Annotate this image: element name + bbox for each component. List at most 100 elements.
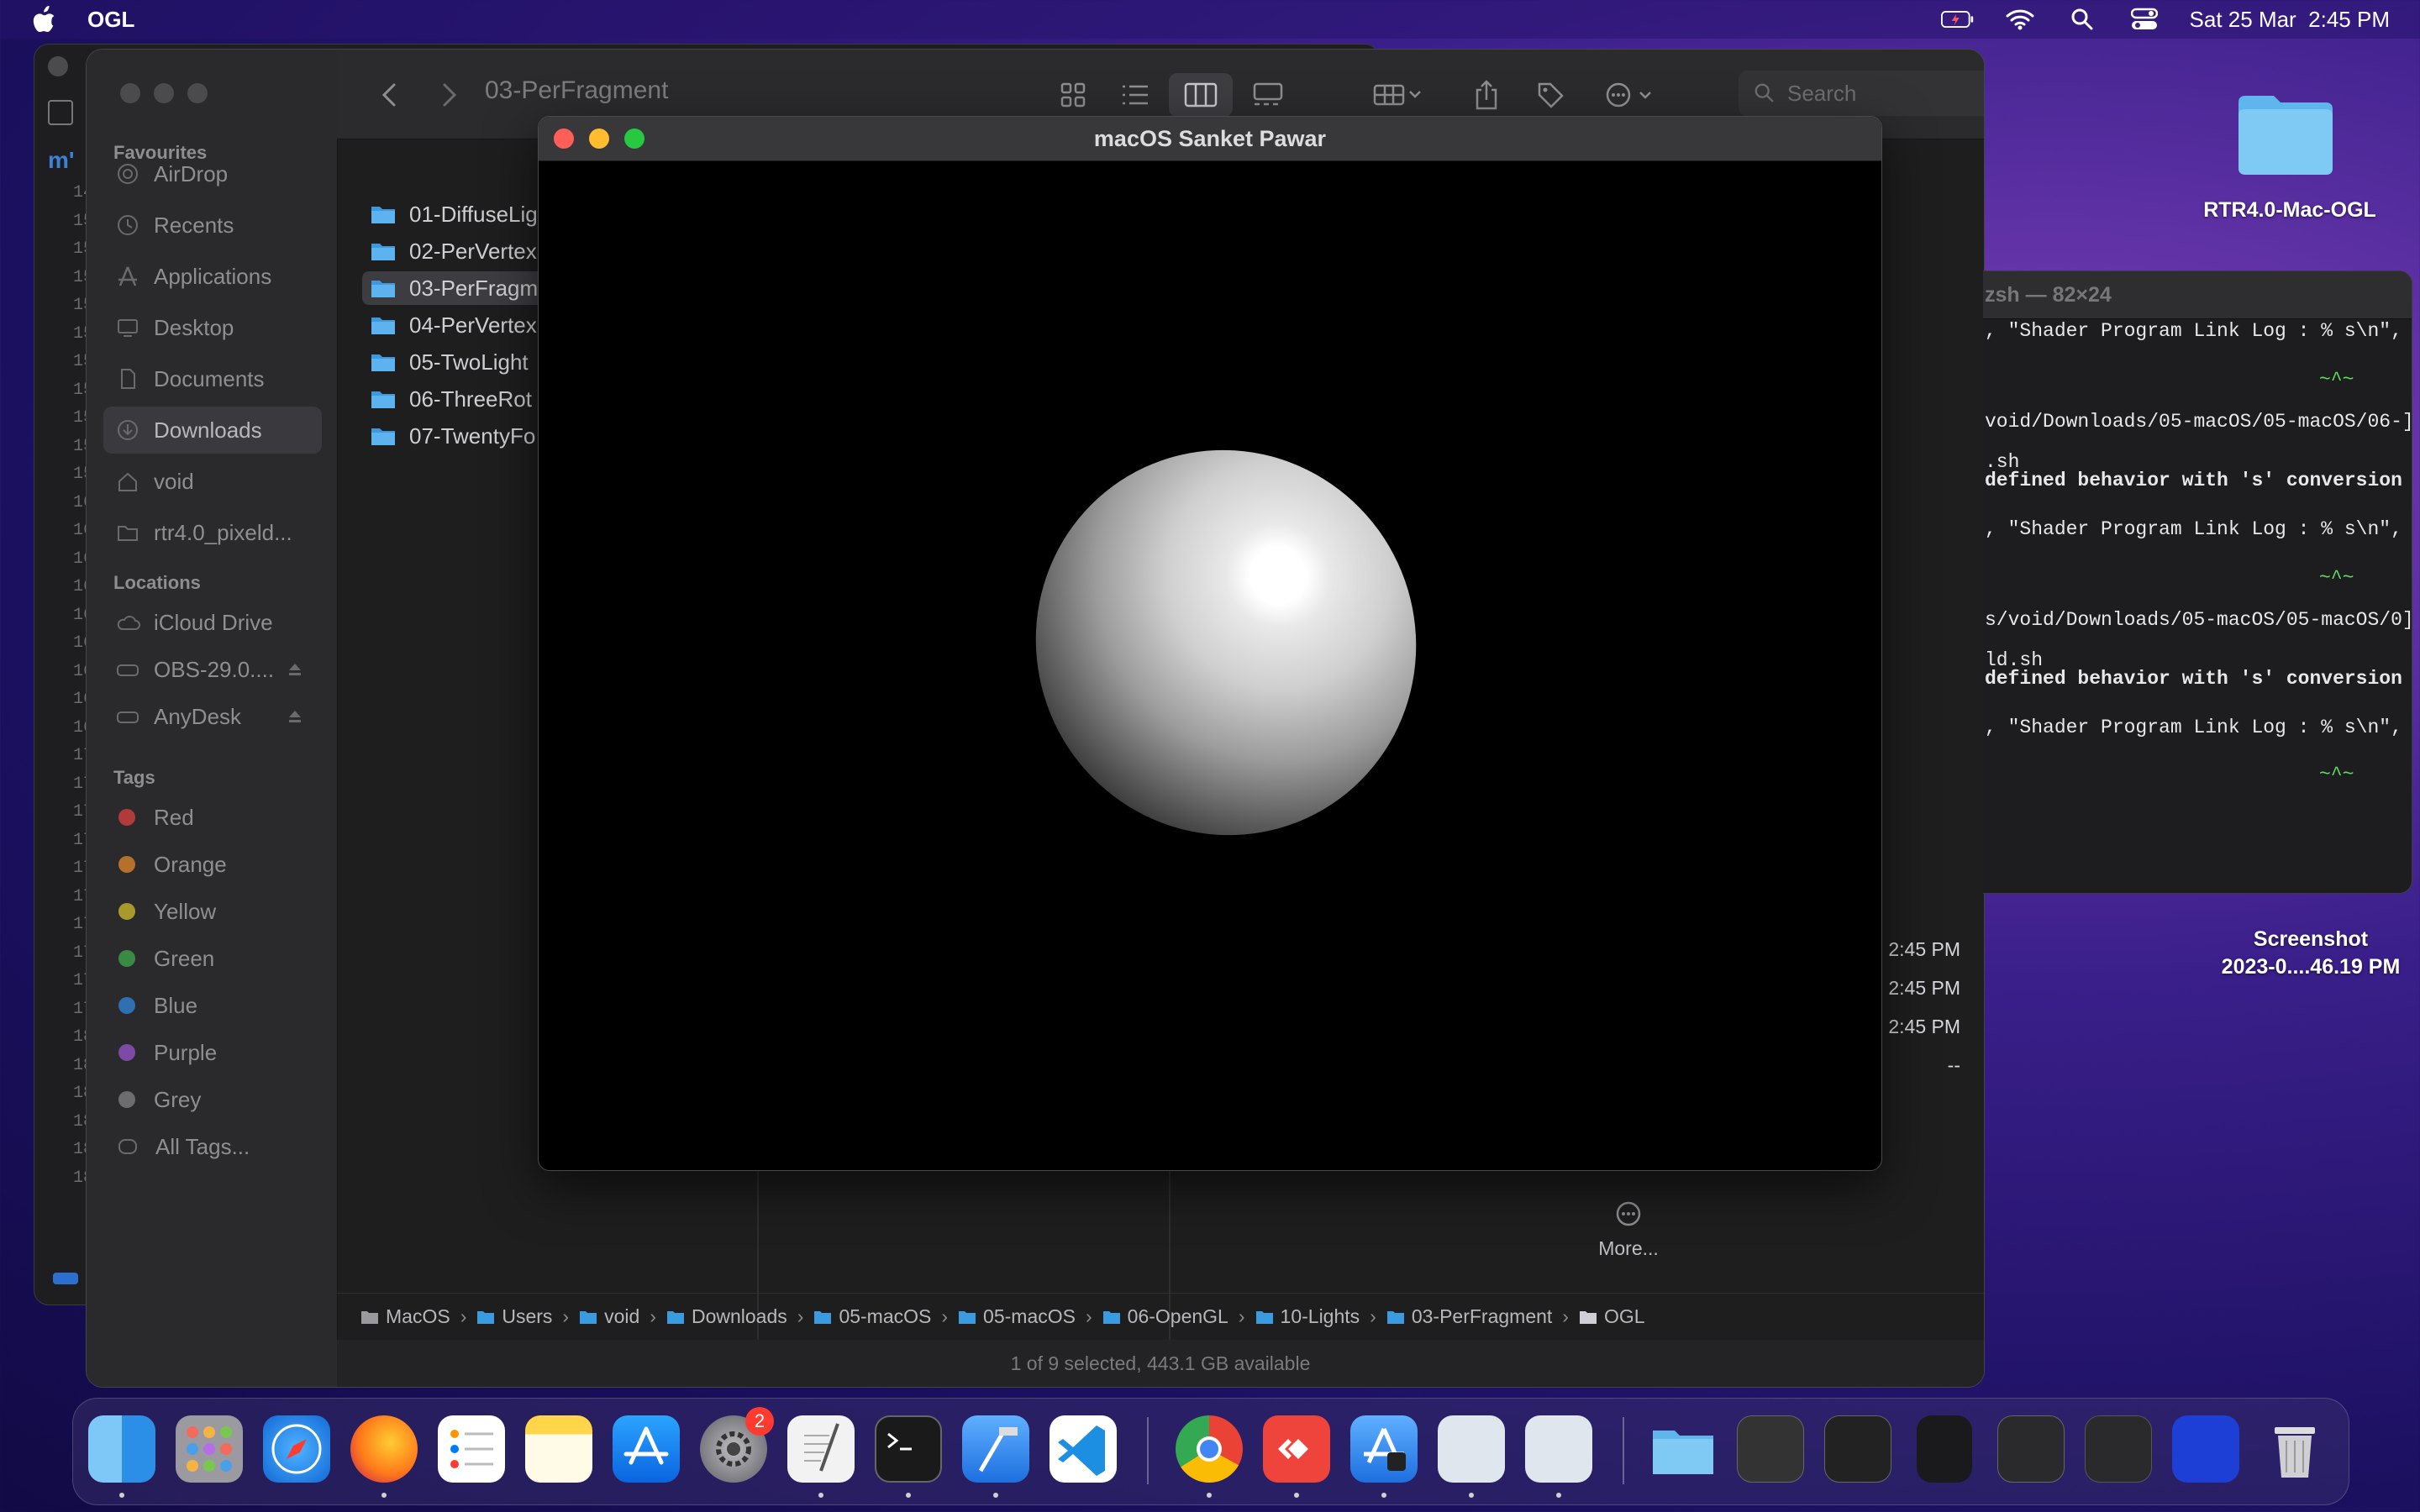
icon-view-button[interactable] bbox=[1055, 76, 1092, 113]
desktop-folder-label[interactable]: RTR4.0-Mac-OGL bbox=[2185, 198, 2395, 223]
wifi-icon[interactable] bbox=[2003, 8, 2037, 31]
finder-dock-icon[interactable] bbox=[88, 1415, 155, 1483]
app-window-dock-icon[interactable] bbox=[1438, 1415, 1505, 1483]
firefox-dock-icon[interactable] bbox=[350, 1415, 418, 1483]
desktop-screenshot-label[interactable]: Screenshot 2023-0....46.19 PM bbox=[2193, 927, 2420, 979]
xcode-dock-icon[interactable] bbox=[962, 1415, 1029, 1483]
sidebar-tag-red[interactable]: Red bbox=[103, 794, 322, 841]
back-button[interactable] bbox=[371, 76, 408, 113]
app-name-menu[interactable]: OGL bbox=[87, 7, 134, 33]
eject-icon[interactable] bbox=[287, 708, 303, 725]
line-number: 17 bbox=[72, 830, 93, 850]
minimized-window-dock-icon[interactable] bbox=[1737, 1415, 1804, 1483]
sidebar-item-downloads[interactable]: Downloads bbox=[103, 407, 322, 454]
path-segment[interactable]: 05-macOS bbox=[958, 1305, 1076, 1328]
anydesk-dock-icon[interactable] bbox=[1263, 1415, 1330, 1483]
sidebar-item-recents[interactable]: Recents bbox=[103, 202, 322, 249]
path-segment[interactable]: 06-OpenGL bbox=[1102, 1305, 1228, 1328]
opengl-minimize-button[interactable] bbox=[589, 129, 609, 149]
line-number: 16 bbox=[72, 577, 93, 596]
path-segment[interactable]: 05-macOS bbox=[813, 1305, 931, 1328]
sidebar-tag-orange[interactable]: Orange bbox=[103, 841, 322, 888]
opengl-window[interactable]: macOS Sanket Pawar bbox=[538, 116, 1882, 1171]
downloads-folder-dock-icon[interactable] bbox=[1649, 1415, 1717, 1483]
app-store-dock-icon[interactable] bbox=[613, 1415, 680, 1483]
terminal-line: ~^~ bbox=[2319, 369, 2354, 391]
column-view-button[interactable] bbox=[1169, 73, 1233, 117]
file-name: 06-ThreeRot bbox=[409, 386, 532, 412]
control-center-icon[interactable] bbox=[2128, 8, 2161, 31]
sidebar-tag-green[interactable]: Green bbox=[103, 935, 322, 982]
opengl-title-bar[interactable]: macOS Sanket Pawar bbox=[539, 117, 1881, 161]
notes-dock-icon[interactable] bbox=[525, 1415, 592, 1483]
locations-heading: Locations bbox=[113, 572, 201, 593]
chevron-right-icon: › bbox=[562, 1305, 570, 1327]
sidebar-tag-all-tags[interactable]: All Tags... bbox=[103, 1123, 322, 1170]
trash-dock-icon[interactable] bbox=[2261, 1415, 2328, 1483]
terminal-dock-icon[interactable] bbox=[875, 1415, 942, 1483]
minimized-window-dock-icon[interactable] bbox=[1824, 1415, 1891, 1483]
forward-button[interactable] bbox=[431, 76, 468, 113]
minimized-window-dock-icon[interactable] bbox=[2085, 1415, 2152, 1483]
minimized-window-dock-icon[interactable] bbox=[1917, 1415, 1972, 1483]
apple-logo-icon[interactable] bbox=[32, 6, 57, 33]
eject-icon[interactable] bbox=[287, 661, 303, 678]
sidebar-location-1[interactable]: OBS-29.0.... bbox=[103, 646, 322, 693]
sidebar-item-rtr4-0-pixeld[interactable]: rtr4.0_pixeld... bbox=[103, 509, 322, 556]
finder-minimize-button[interactable] bbox=[154, 83, 174, 103]
sidebar-item-void[interactable]: void bbox=[103, 458, 322, 505]
share-button[interactable] bbox=[1468, 76, 1505, 113]
desktop-folder-icon[interactable] bbox=[2235, 91, 2336, 176]
chrome-dock-icon[interactable] bbox=[1176, 1415, 1243, 1483]
instruments-dock-icon[interactable] bbox=[1350, 1415, 1418, 1483]
path-segment[interactable]: OGL bbox=[1579, 1305, 1645, 1328]
menu-bar-clock[interactable]: Sat 25 Mar 2:45 PM bbox=[2190, 7, 2390, 33]
launchpad-dock-icon[interactable] bbox=[176, 1415, 243, 1483]
finder-zoom-button[interactable] bbox=[187, 83, 208, 103]
search-field[interactable]: Search bbox=[1739, 71, 1984, 116]
sidebar-tag-grey[interactable]: Grey bbox=[103, 1076, 322, 1123]
list-view-button[interactable] bbox=[1117, 76, 1154, 113]
path-segment[interactable]: Downloads bbox=[666, 1305, 787, 1328]
sidebar-tag-yellow[interactable]: Yellow bbox=[103, 888, 322, 935]
tag-button[interactable] bbox=[1532, 76, 1569, 113]
spotlight-search-icon[interactable] bbox=[2065, 8, 2099, 31]
gallery-view-button[interactable] bbox=[1249, 76, 1286, 113]
path-segment[interactable]: 10-Lights bbox=[1255, 1305, 1360, 1328]
sidebar-location-2[interactable]: AnyDesk bbox=[103, 693, 322, 740]
vscode-dock-icon[interactable] bbox=[1050, 1415, 1117, 1483]
xcode-close-button[interactable] bbox=[48, 56, 68, 76]
chrome-center-icon bbox=[1197, 1436, 1222, 1462]
more-actions-button[interactable] bbox=[1602, 76, 1661, 113]
group-button[interactable] bbox=[1369, 76, 1428, 113]
opengl-zoom-button[interactable] bbox=[624, 129, 644, 149]
safari-dock-icon[interactable] bbox=[263, 1415, 330, 1483]
sidebar-item-desktop[interactable]: Desktop bbox=[103, 304, 322, 351]
sidebar-item-airdrop[interactable]: AirDrop bbox=[103, 150, 322, 197]
terminal-line: , "Shader Program Link Log : % s\n", bbox=[1985, 320, 2402, 342]
sidebar-location-0[interactable]: iCloud Drive bbox=[103, 599, 322, 646]
file-name: 07-TwentyFo bbox=[409, 423, 536, 449]
more-button[interactable]: More... bbox=[1557, 1200, 1700, 1260]
sidebar-tag-purple[interactable]: Purple bbox=[103, 1029, 322, 1076]
minimized-window-dock-icon[interactable] bbox=[2172, 1415, 2239, 1483]
path-segment[interactable]: MacOS bbox=[360, 1305, 450, 1328]
sidebar-item-documents[interactable]: Documents bbox=[103, 355, 322, 402]
tags-heading: Tags bbox=[113, 767, 155, 788]
reminders-dock-icon[interactable] bbox=[438, 1415, 505, 1483]
path-segment[interactable]: Users bbox=[476, 1305, 552, 1328]
path-segment-label: 05-macOS bbox=[983, 1305, 1076, 1327]
line-number: 17 bbox=[72, 999, 93, 1019]
app-window-dock-icon[interactable] bbox=[1525, 1415, 1592, 1483]
terminal-window[interactable]: zsh — 82×24 , "Shader Program Link Log :… bbox=[1983, 270, 2412, 894]
battery-icon[interactable] bbox=[1940, 8, 1975, 31]
minimized-window-dock-icon[interactable] bbox=[1997, 1415, 2065, 1483]
xcode-navigator-icon[interactable] bbox=[48, 100, 73, 125]
sidebar-item-applications[interactable]: Applications bbox=[103, 253, 322, 300]
path-segment[interactable]: 03-PerFragment bbox=[1386, 1305, 1552, 1328]
opengl-close-button[interactable] bbox=[554, 129, 574, 149]
path-segment[interactable]: void bbox=[579, 1305, 639, 1328]
finder-close-button[interactable] bbox=[120, 83, 140, 103]
sidebar-tag-blue[interactable]: Blue bbox=[103, 982, 322, 1029]
textedit-dock-icon[interactable] bbox=[787, 1415, 855, 1483]
